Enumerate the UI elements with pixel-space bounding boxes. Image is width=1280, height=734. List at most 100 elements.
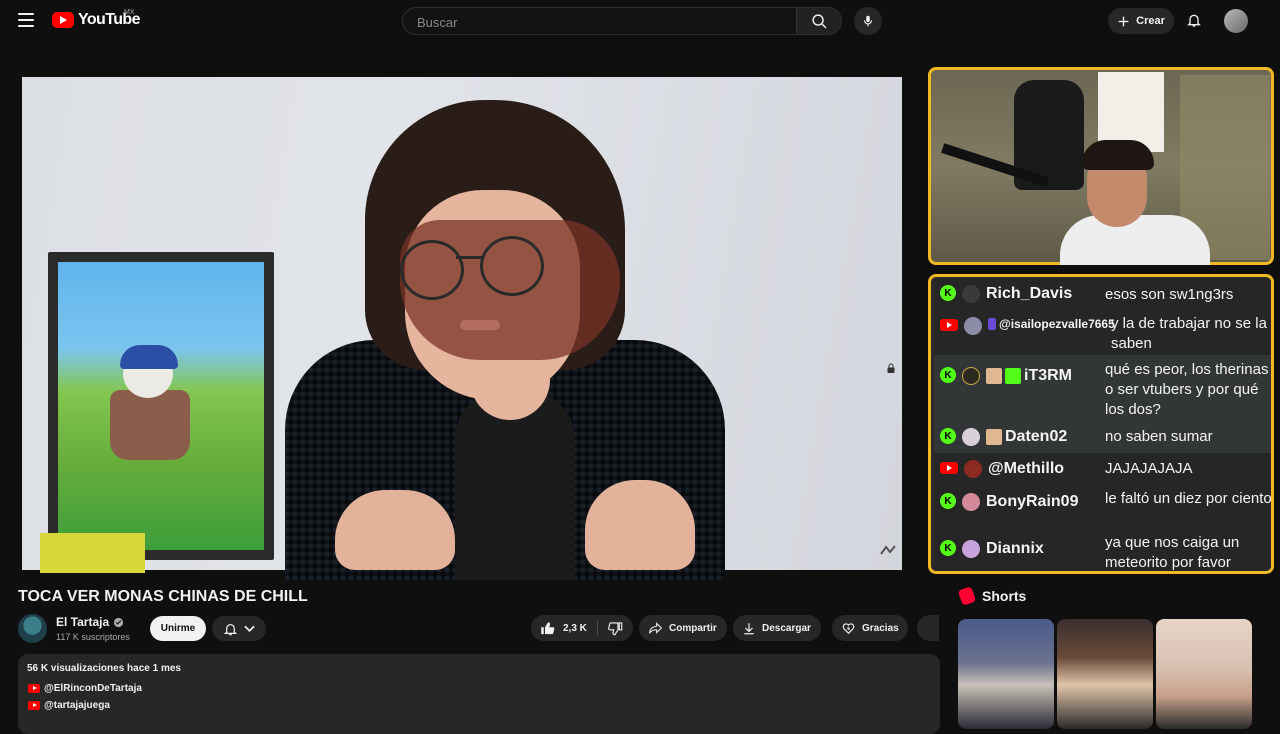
chat-avatar	[962, 285, 980, 303]
webcam-person-shirt	[1060, 215, 1210, 265]
chat-message: K Rich_Davis esos son sw1ng3rs	[934, 279, 1271, 309]
shorts-heading: Shorts	[957, 586, 1027, 606]
chat-text: ya que nos caiga un meteorito por favor	[1105, 534, 1240, 571]
like-button[interactable]: 2,3 K	[531, 620, 598, 636]
bell-icon	[223, 623, 238, 635]
chat-overlay: K Rich_Davis esos son sw1ng3rs @isailope…	[928, 274, 1274, 574]
verified-icon	[114, 617, 124, 627]
video-person-hand-left	[335, 490, 455, 570]
youtube-icon	[940, 462, 958, 474]
like-icon	[541, 621, 555, 634]
video-scene-stump	[110, 390, 190, 460]
thanks-icon: $	[842, 623, 855, 635]
shorts-icon	[957, 586, 977, 606]
video-person-hand-right	[585, 480, 695, 570]
create-button[interactable]: Crear	[1108, 8, 1174, 34]
bell-icon	[1187, 14, 1201, 27]
kick-icon: K	[940, 285, 956, 301]
youtube-icon	[28, 684, 40, 693]
chat-username-row: iT3RM	[986, 367, 1072, 385]
chat-text: no saben sumar	[1105, 428, 1213, 445]
chat-username: Rich_Davis	[986, 285, 1073, 302]
subscriber-badge-icon	[986, 368, 1002, 384]
chat-username: @isailopezvalle7665	[999, 317, 1115, 331]
chat-message: K BonyRain09 le faltó un diez por ciento	[934, 485, 1271, 531]
kick-icon: K	[940, 540, 956, 556]
video-title: TOCA VER MONAS CHINAS DE CHILL	[18, 588, 308, 605]
chat-username: @Methillo	[988, 460, 1065, 477]
join-button[interactable]: Unirme	[150, 616, 206, 641]
share-label: Compartir	[669, 622, 717, 634]
kick-icon: K	[940, 428, 956, 444]
subscriber-count: 117 K suscriptores	[56, 632, 130, 642]
account-avatar[interactable]	[1224, 9, 1248, 33]
chat-username-row: Daten02	[986, 428, 1067, 446]
download-label: Descargar	[762, 622, 811, 634]
share-button[interactable]: Compartir	[639, 615, 727, 641]
search-button[interactable]	[796, 7, 842, 35]
chat-text: JAJAJAJAJA	[1105, 460, 1193, 477]
kick-icon: K	[940, 493, 956, 509]
description-link[interactable]: @ElRinconDeTartaja	[28, 683, 142, 694]
notifications-button[interactable]	[1184, 10, 1204, 30]
short-thumbnail[interactable]	[1057, 619, 1153, 729]
chat-username: Daten02	[1005, 428, 1068, 445]
video-person-glasses-right	[480, 236, 544, 296]
chat-message: K Diannix ya que nos caiga un meteorito …	[934, 531, 1271, 571]
like-count: 2,3 K	[563, 622, 587, 634]
create-label: Crear	[1136, 15, 1165, 27]
chevron-down-icon	[244, 625, 255, 632]
video-person-mouth	[460, 320, 500, 330]
search-box[interactable]	[402, 7, 797, 35]
description-link-text[interactable]: @ElRinconDeTartaja	[44, 683, 142, 694]
menu-icon[interactable]	[18, 13, 34, 27]
description-link-text[interactable]: @tartajajuega	[44, 700, 110, 711]
plus-icon	[1118, 16, 1129, 26]
chat-avatar	[962, 540, 980, 558]
chat-message: K iT3RM qué es peor, los therinas o ser …	[934, 355, 1271, 421]
mic-icon	[863, 15, 873, 27]
kick-icon: K	[940, 367, 956, 383]
chat-avatar	[962, 428, 980, 446]
channel-name[interactable]: El Tartaja	[56, 615, 109, 629]
country-code: MX	[124, 9, 135, 16]
webcam-person-hair	[1082, 140, 1154, 170]
more-actions-button[interactable]	[917, 615, 939, 641]
subscriber-badge-icon	[986, 429, 1002, 445]
chat-message: K Daten02 no saben sumar	[934, 421, 1271, 453]
channel-avatar[interactable]	[18, 614, 47, 643]
video-scene-box	[40, 533, 145, 573]
subscription-bell-button[interactable]	[212, 616, 266, 641]
chat-text: y la de trabajar no se la saben	[1111, 315, 1267, 352]
chat-message: @isailopezvalle7665 y la de trabajar no …	[934, 309, 1271, 355]
youtube-logo[interactable]: YouTube MX	[52, 9, 140, 29]
chat-username-row: @isailopezvalle7665	[988, 317, 1115, 331]
chat-text: qué es peor, los therinas o ser vtubers …	[1105, 361, 1269, 418]
chat-username: BonyRain09	[986, 493, 1079, 510]
search-input[interactable]	[415, 14, 779, 31]
video-person-glasses-left	[400, 240, 464, 300]
lock-icon	[884, 361, 898, 375]
like-dislike-group: 2,3 K	[531, 615, 633, 641]
thanks-button[interactable]: $ Gracias	[832, 615, 908, 641]
gift-badge-icon	[1005, 368, 1021, 384]
chat-username: Diannix	[986, 540, 1044, 557]
description-link[interactable]: @tartajajuega	[28, 700, 110, 711]
short-thumbnail[interactable]	[958, 619, 1054, 729]
share-icon	[649, 622, 663, 634]
dislike-button[interactable]	[598, 621, 633, 636]
chat-avatar	[964, 460, 982, 478]
chat-avatar	[964, 317, 982, 335]
video-scene-character-hair	[120, 345, 178, 369]
member-badge-icon	[988, 318, 996, 330]
svg-text:$: $	[847, 626, 850, 632]
download-icon	[744, 622, 754, 634]
chat-text: esos son sw1ng3rs	[1105, 286, 1234, 303]
search-icon	[811, 13, 826, 28]
chat-message: @Methillo JAJAJAJAJA	[934, 453, 1271, 485]
voice-search-button[interactable]	[854, 7, 882, 35]
channel-name-row[interactable]: El Tartaja	[56, 615, 124, 629]
shorts-title: Shorts	[982, 588, 1027, 604]
download-button[interactable]: Descargar	[733, 615, 821, 641]
short-thumbnail[interactable]	[1156, 619, 1252, 729]
